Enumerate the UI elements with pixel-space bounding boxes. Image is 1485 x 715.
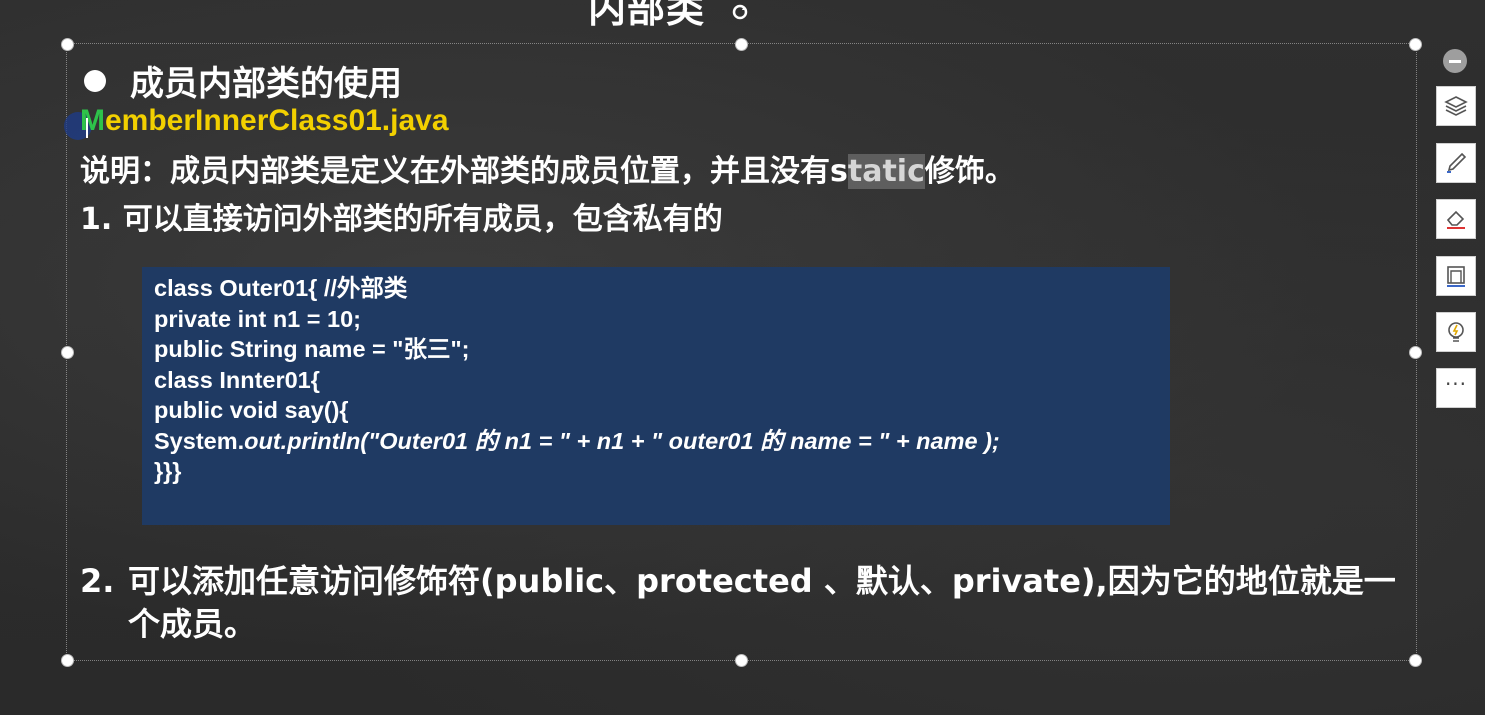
resize-handle-middle-left[interactable] [61,346,74,359]
pen-button[interactable] [1436,143,1476,183]
description-line: 说明：成员内部类是定义在外部类的成员位置，并且没有static修饰。 [80,146,1015,190]
code-block: class Outer01{ //外部类 private int n1 = 10… [142,267,1170,525]
filename-rest: emberInnerClass01.java [105,104,449,137]
lightbulb-icon [1448,322,1464,342]
layers-button[interactable] [1436,86,1476,126]
eraser-icon [1446,210,1465,229]
more-button[interactable]: ··· [1436,368,1476,408]
section-heading: 成员内部类的使用 [80,56,402,105]
point-2-text: 可以添加任意访问修饰符(public、protected 、默认、private… [128,562,1396,643]
resize-handle-middle-right[interactable] [1409,346,1422,359]
resize-handle-bottom-left[interactable] [61,654,74,667]
description-before: 说明：成员内部类是定义在外部类的成员位置，并且没有s [80,154,848,189]
filename-label: MemberInnerClass01.java [80,104,449,138]
point-2-number: 2. [80,562,115,600]
resize-handle-top-right[interactable] [1409,38,1422,51]
frame-button[interactable] [1436,256,1476,296]
heading-text: 成员内部类的使用 [130,64,402,104]
frame-icon [1447,266,1465,287]
text-cursor-icon [86,118,88,138]
code-line-6-italic: out.println("Outer01 的 n1 = " + n1 + " o… [244,427,1000,454]
resize-handle-bottom-right[interactable] [1409,654,1422,667]
code-line-6-prefix: System. [154,427,245,454]
spotlight-button[interactable] [1436,312,1476,352]
resize-handle-bottom-middle[interactable] [735,654,748,667]
code-line-3: public String name = "张三"; [154,336,470,362]
resize-handle-top-middle[interactable] [735,38,748,51]
code-line-4: class Innter01{ [154,366,320,393]
pen-icon [1447,152,1467,173]
code-line-1: class Outer01{ //外部类 [154,275,408,301]
more-icon: ··· [1444,372,1468,396]
description-highlight: tatic [847,154,925,189]
resize-handle-top-left[interactable] [61,38,74,51]
point-1: 1. 可以直接访问外部类的所有成员，包含私有的 [80,202,723,237]
collapse-icon[interactable] [1443,49,1467,73]
eraser-button[interactable] [1436,199,1476,239]
bullet-icon [84,69,106,92]
point-2: 2. 可以添加任意访问修饰符(public、protected 、默认、priv… [80,560,1410,646]
code-line-7: }}} [154,458,182,484]
filename-first-char: M [80,104,105,137]
code-line-5: public void say(){ [154,397,349,423]
description-after: 修饰。 [924,154,1015,189]
layers-icon [1444,96,1468,116]
code-line-2: private int n1 = 10; [154,305,362,332]
slide-title: 内部类 [588,0,706,31]
code-line-6: System.out.println("Outer01 的 n1 = " + n… [154,426,1170,457]
rotate-handle-icon[interactable] [730,2,750,22]
